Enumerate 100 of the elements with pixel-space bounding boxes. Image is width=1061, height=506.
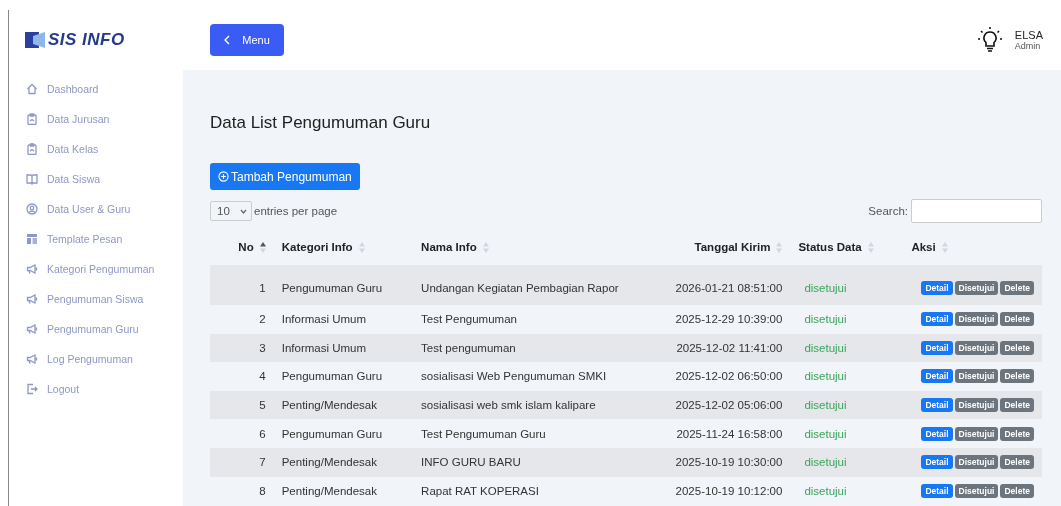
logo-icon [25,30,47,50]
table-cell: 2 [210,305,274,334]
action-button[interactable]: Detail [921,483,953,498]
table-cell: 2025-10-19 10:12:00 [653,476,791,506]
action-button[interactable]: Disetujui [954,340,999,355]
sidebar-item[interactable]: Template Pesan [9,224,183,254]
action-button[interactable]: Delete [1000,369,1034,384]
sidebar-item[interactable]: Pengumuman Guru [9,314,183,344]
layout-icon [26,233,38,245]
table-cell: Test pengumuman [413,333,654,363]
book-icon [26,173,38,185]
table-cell: sosialisasi web smk islam kalipare [413,390,654,420]
megaphone-icon [26,263,38,275]
action-button[interactable]: Disetujui [954,398,999,413]
sidebar-item[interactable]: Dashboard [9,74,183,104]
logout-icon [26,383,38,395]
table-cell: 8 [210,476,274,506]
add-button[interactable]: Tambah Pengumuman [210,163,360,190]
status-text: disetujui [790,476,904,506]
table-cell: Test Pengumuman Guru [413,419,654,448]
sidebar-item[interactable]: Data User & Guru [9,194,183,224]
action-button[interactable]: Delete [1000,312,1034,327]
table-cell: 2026-01-21 08:51:00 [653,265,791,305]
sidebar-item[interactable]: Data Jurusan [9,104,183,134]
table-cell: Penting/Mendesak [273,447,414,477]
table-cell: Pengumuman Guru [273,419,414,448]
sidebar-item[interactable]: Logout [9,374,183,404]
action-button[interactable]: Disetujui [954,483,999,498]
entries-select[interactable]: 10 [210,201,252,221]
megaphone-icon [26,353,38,365]
table-cell: 3 [210,333,274,363]
home-icon [26,83,38,95]
entries-label: entries per page [254,205,338,217]
table-cell: Penting/Mendesak [273,390,414,420]
action-button[interactable]: Disetujui [954,455,999,470]
column-header[interactable]: Aksi [903,229,1042,265]
status-text: disetujui [790,333,904,363]
table-cell: 5 [210,390,274,420]
action-button[interactable]: Disetujui [954,426,999,441]
action-button[interactable]: Delete [1000,426,1034,441]
action-button[interactable]: Delete [1000,398,1034,413]
action-button[interactable]: Disetujui [954,281,999,295]
table-cell: 2025-11-24 16:58:00 [653,419,791,448]
table-cell: 6 [210,419,274,448]
action-button[interactable]: Detail [921,426,953,441]
action-button[interactable]: Detail [921,312,953,327]
sidebar-item[interactable]: Kategori Pengumuman [9,254,183,284]
lightbulb-icon [976,26,1003,54]
column-header[interactable]: No [210,229,274,265]
sidebar-item[interactable]: Log Pengumuman [9,344,183,374]
action-button[interactable]: Detail [921,369,953,384]
clipboard-icon [26,113,38,125]
table-cell: Pengumuman Guru [273,265,414,305]
action-button[interactable]: Detail [921,340,953,355]
table-cell: 2025-10-19 10:30:00 [653,447,791,477]
action-button[interactable]: Delete [1000,455,1034,470]
table-cell: 2025-12-29 10:39:00 [653,305,791,334]
table-cell: sosialisasi Web Pengumuman SMKI [413,362,654,391]
sidebar-item[interactable]: Data Siswa [9,164,183,194]
chevron-left-icon [224,35,231,45]
action-button[interactable]: Detail [921,398,953,413]
table-cell: 2025-12-02 11:41:00 [653,333,791,363]
table-cell: 2025-12-02 06:50:00 [653,362,791,391]
table-cell: 7 [210,447,274,477]
status-text: disetujui [790,265,904,305]
action-button[interactable]: Disetujui [954,312,999,327]
search-field[interactable] [911,199,1042,223]
user-icon [26,203,38,215]
table-cell: Rapat RAT KOPERASI [413,476,654,506]
action-button[interactable]: Delete [1000,483,1034,498]
caret-icon [240,208,247,214]
sidebar-item[interactable]: Data Kelas [9,134,183,164]
user-role: Admin [1014,41,1042,51]
sidebar-item[interactable]: Pengumuman Siswa [9,284,183,314]
action-button[interactable]: Delete [1000,281,1034,295]
status-text: disetujui [790,305,904,334]
action-button[interactable]: Delete [1000,340,1034,355]
menu-button[interactable]: Menu [210,24,284,56]
logo-text: SIS INFO [48,30,125,50]
table-cell: Pengumuman Guru [273,362,414,391]
table-cell: Informasi Umum [273,333,414,363]
megaphone-icon [26,293,38,305]
clipboard-icon [26,143,38,155]
table-cell: Penting/Mendesak [273,476,414,506]
search-label: Search: [868,205,908,217]
status-text: disetujui [790,390,904,420]
megaphone-icon [26,323,38,335]
column-header[interactable]: Tanggal Kirim [653,229,791,265]
column-header[interactable]: Nama Info [413,229,654,265]
column-header[interactable]: Status Data [790,229,904,265]
table-cell: INFO GURU BARU [413,447,654,477]
status-text: disetujui [790,419,904,448]
action-button[interactable]: Detail [921,455,953,470]
table-cell: Test Pengumuman [413,305,654,334]
table-cell: 4 [210,362,274,391]
action-button[interactable]: Detail [921,281,953,295]
column-header[interactable]: Kategori Info [273,229,414,265]
table-cell: Informasi Umum [273,305,414,334]
action-button[interactable]: Disetujui [954,369,999,384]
user-name: ELSA [1014,29,1043,41]
